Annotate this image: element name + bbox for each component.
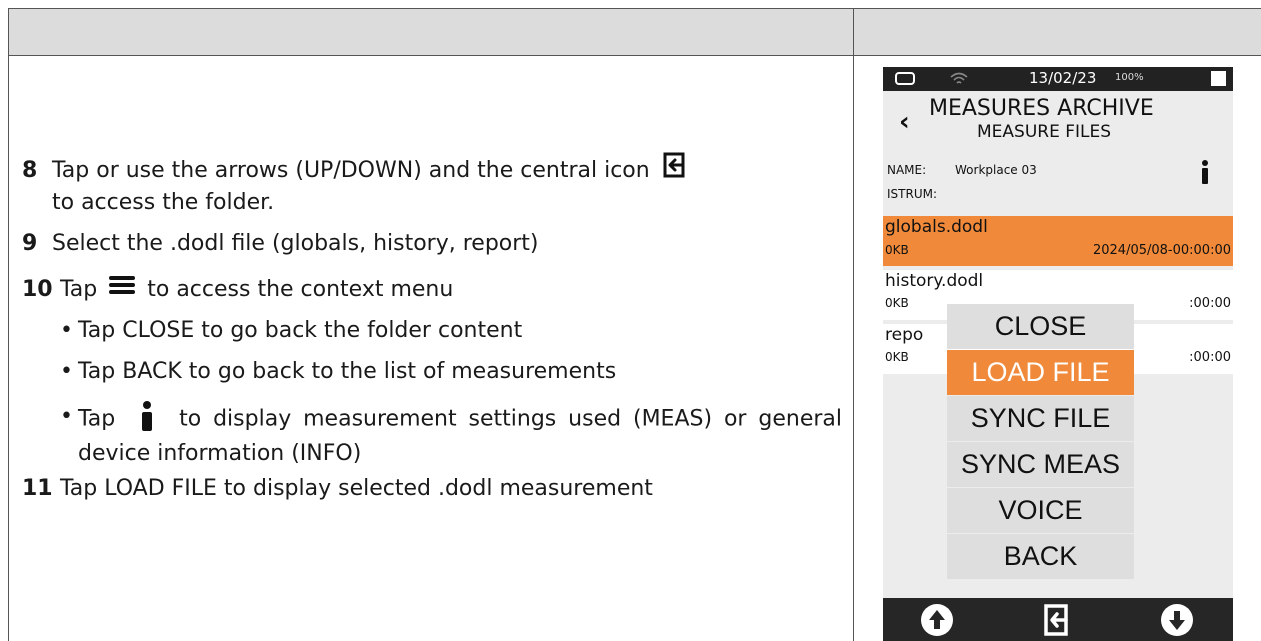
menu-hamburger-icon: [104, 274, 140, 305]
substep-text-cont: to display measurement settings used (ME…: [78, 406, 842, 467]
file-size: 0KB: [885, 350, 909, 364]
step-text: Tap LOAD FILE to display selected .dodl …: [60, 476, 653, 501]
file-date: :00:00: [1189, 296, 1231, 311]
back-chevron-icon[interactable]: ‹: [899, 107, 910, 137]
wifi-icon: [950, 72, 968, 84]
step-8: 8 Tap or use the arrows (UP/DOWN) and th…: [22, 152, 842, 218]
file-date: :00:00: [1189, 350, 1231, 365]
table-border-left: [8, 8, 9, 641]
step-text: Tap or use the arrows (UP/DOWN) and the …: [52, 158, 650, 183]
status-date: 13/02/23: [1029, 69, 1097, 87]
substep-close: • Tap CLOSE to go back the folder conten…: [60, 318, 523, 343]
file-name: repo: [885, 325, 924, 345]
menu-item-voice[interactable]: VOICE: [947, 488, 1134, 533]
table-column-divider: [853, 8, 854, 641]
step-text: Tap: [60, 276, 98, 302]
step-10: 10 Tap to access the context menu: [22, 274, 842, 306]
menu-item-close[interactable]: CLOSE: [947, 304, 1134, 349]
substep-text: Tap BACK to go back to the list of measu…: [78, 359, 617, 384]
menu-item-sync-meas[interactable]: SYNC MEAS: [947, 442, 1134, 487]
enter-folder-icon: [657, 152, 687, 187]
arrow-down-icon[interactable]: [1160, 603, 1194, 637]
step-number: 11: [22, 476, 53, 501]
step-number: 10: [22, 276, 53, 302]
step-text-cont: to access the folder.: [52, 189, 275, 215]
istrum-label: ISTRUM:: [887, 187, 938, 201]
step-text: Select the .dodl file (globals, history,…: [52, 230, 539, 256]
file-name: globals.dodl: [885, 217, 988, 237]
info-icon: [127, 401, 167, 438]
screen-title: MEASURES ARCHIVE: [929, 96, 1154, 121]
file-size: 0KB: [885, 296, 909, 310]
menu-item-back[interactable]: BACK: [947, 534, 1134, 579]
file-name: history.dodl: [885, 271, 984, 291]
step-11: 11 Tap LOAD FILE to display selected .do…: [22, 473, 842, 504]
table-header-row: [8, 8, 1261, 56]
battery-percent: 100%: [1115, 72, 1144, 83]
name-value: Workplace 03: [955, 163, 1037, 177]
info-button-icon[interactable]: [1200, 160, 1210, 184]
step-number: 9: [22, 230, 38, 256]
file-date: 2024/05/08-00:00:00: [1092, 243, 1231, 258]
menu-item-load-file[interactable]: LOAD FILE: [947, 350, 1134, 395]
context-menu: CLOSE LOAD FILE SYNC FILE SYNC MEAS VOIC…: [947, 304, 1134, 580]
device-bottom-bar: [883, 598, 1233, 641]
file-size: 0KB: [885, 243, 909, 257]
arrow-up-icon[interactable]: [920, 603, 954, 637]
enter-folder-icon[interactable]: [1042, 604, 1070, 636]
step-number: 8: [22, 158, 38, 183]
name-label: NAME:: [887, 163, 927, 177]
screen-icon: [895, 72, 915, 85]
substep-text: Tap CLOSE to go back the folder content: [78, 318, 523, 343]
menu-item-sync-file[interactable]: SYNC FILE: [947, 396, 1134, 441]
step-text-cont: to access the context menu: [147, 276, 454, 302]
battery-icon: [1211, 71, 1226, 86]
file-row-selected[interactable]: globals.dodl 0KB 2024/05/08-00:00:00: [883, 216, 1233, 266]
substep-text: Tap: [78, 406, 116, 432]
step-9: 9 Select the .dodl file (globals, histor…: [22, 228, 842, 259]
substep-info: • Tap to display measurement settings us…: [22, 401, 842, 469]
device-screenshot: 13/02/23 100% ‹ MEASURES ARCHIVE MEASURE…: [883, 67, 1233, 641]
device-status-bar: 13/02/23 100%: [883, 67, 1233, 91]
screen-subtitle: MEASURE FILES: [977, 122, 1112, 142]
substep-back: • Tap BACK to go back to the list of mea…: [60, 359, 617, 384]
instruction-steps: 8 Tap or use the arrows (UP/DOWN) and th…: [22, 152, 842, 504]
